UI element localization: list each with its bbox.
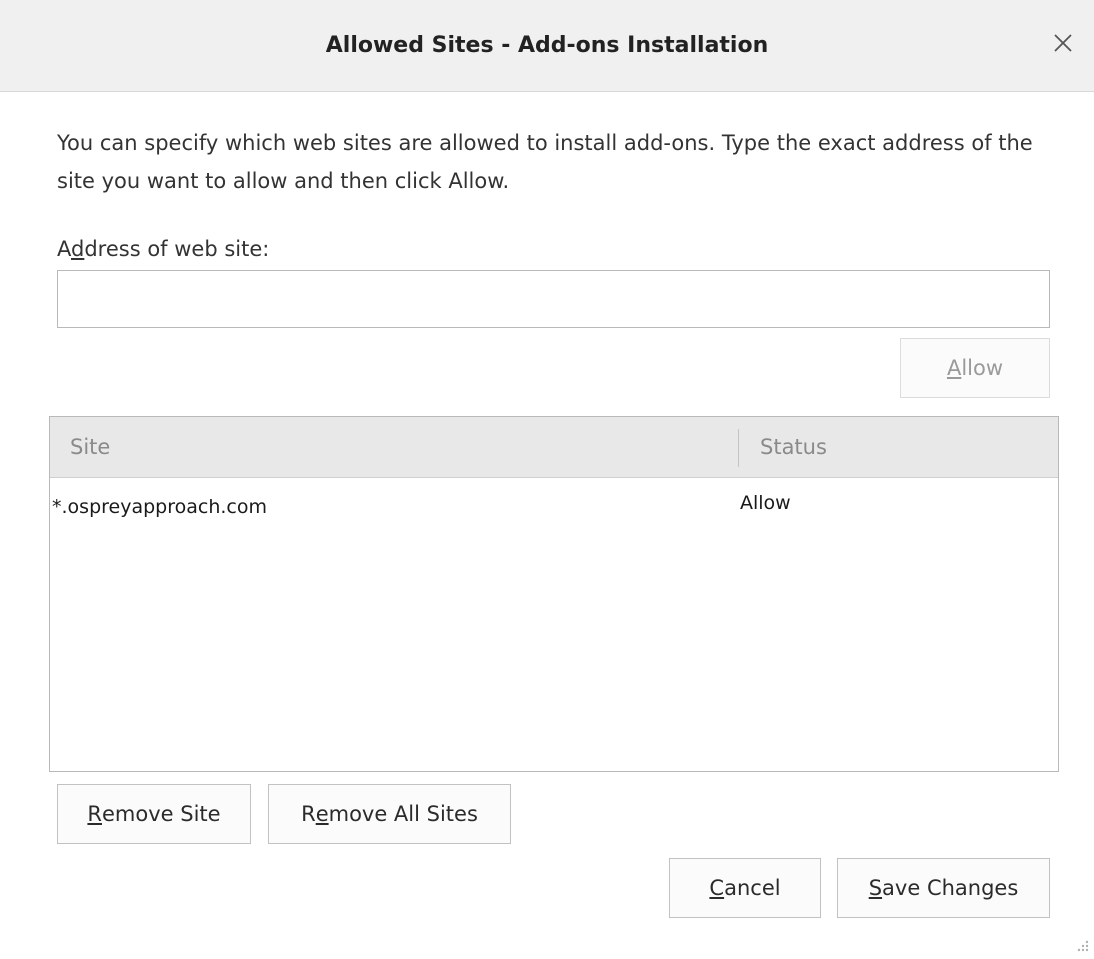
cancel-label: ancel (724, 876, 781, 900)
save-label: ave Changes (882, 876, 1019, 900)
table-row[interactable]: *.ospreyapproach.com Allow (50, 478, 1058, 534)
save-changes-button[interactable]: Save Changes (837, 858, 1050, 918)
close-icon (1054, 34, 1072, 52)
address-label-rest: dress of web site: (84, 237, 270, 261)
cancel-button[interactable]: Cancel (669, 858, 821, 918)
table-header: Site Status (50, 417, 1058, 478)
row-status-cell: Allow (740, 492, 791, 514)
address-input[interactable] (57, 270, 1050, 328)
address-label-prefix: A (57, 237, 71, 261)
sites-table: Site Status *.ospreyapproach.com Allow (49, 416, 1059, 772)
resize-grip-icon[interactable] (1074, 937, 1090, 953)
remove-site-button[interactable]: Remove Site (57, 784, 251, 844)
address-label-accesskey: d (71, 237, 85, 261)
allowed-sites-dialog: Allowed Sites - Add-ons Installation You… (0, 0, 1094, 959)
remove-all-accesskey: e (315, 802, 329, 826)
dialog-description: You can specify which web sites are allo… (57, 131, 1033, 193)
row-site-cell: *.ospreyapproach.com (52, 496, 267, 518)
address-label: Address of web site: (57, 230, 269, 268)
remove-all-prefix: R (301, 802, 316, 826)
dialog-title: Allowed Sites - Add-ons Installation (325, 33, 769, 58)
close-button[interactable] (1048, 28, 1078, 58)
title-bar: Allowed Sites - Add-ons Installation (0, 0, 1094, 92)
allow-button[interactable]: Allow (900, 338, 1050, 398)
column-header-status[interactable]: Status (760, 417, 827, 477)
allow-label: llow (961, 356, 1004, 380)
allow-accesskey: A (946, 356, 962, 380)
remove-all-sites-button[interactable]: Re move All Sites (268, 784, 511, 844)
save-accesskey: S (868, 876, 883, 900)
column-divider (738, 429, 739, 467)
column-header-site[interactable]: Site (70, 417, 110, 477)
remove-site-label: emove Site (102, 802, 221, 826)
remove-all-label: move All Sites (328, 802, 478, 826)
cancel-accesskey: C (709, 876, 725, 900)
remove-site-accesskey: R (87, 802, 102, 826)
